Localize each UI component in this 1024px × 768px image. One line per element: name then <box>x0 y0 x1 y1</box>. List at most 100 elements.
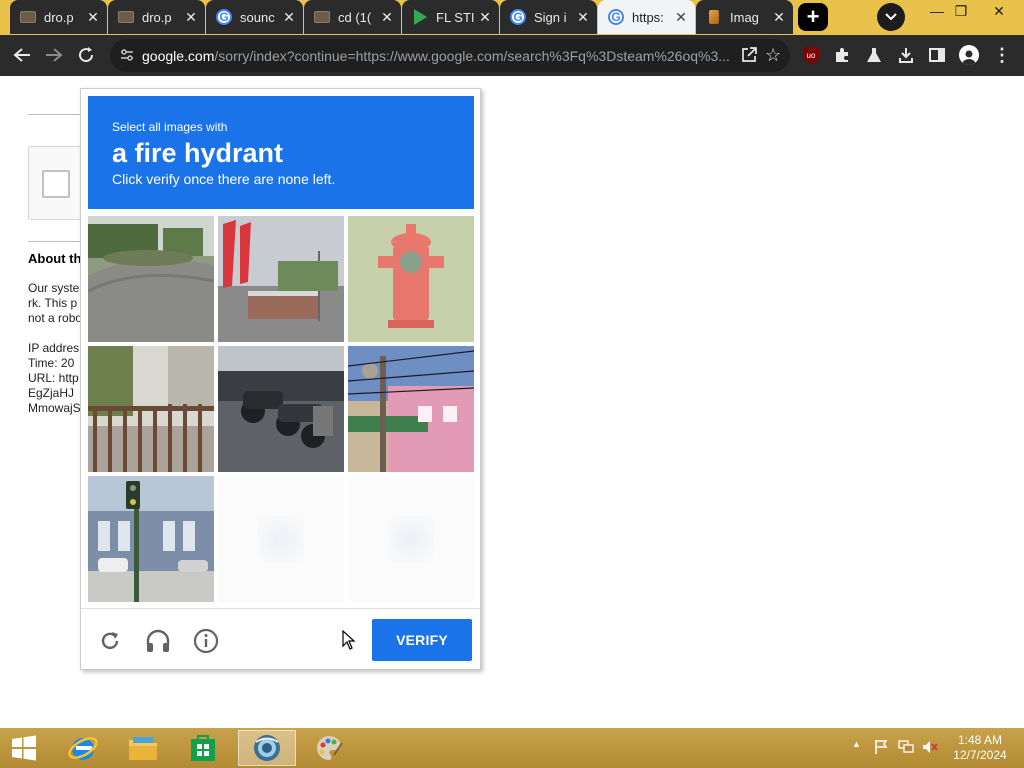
taskbar-paint[interactable] <box>300 730 358 766</box>
close-icon[interactable]: ✕ <box>181 9 201 26</box>
info-button[interactable] <box>191 626 221 656</box>
downloads-button[interactable] <box>892 41 920 69</box>
play-store-icon <box>412 9 428 25</box>
close-icon[interactable]: ✕ <box>377 9 397 26</box>
taskbar-file-explorer[interactable] <box>114 730 172 766</box>
browser-toolbar: google.com/sorry/index?continue=https://… <box>0 35 1024 76</box>
action-center-flag-icon[interactable] <box>873 739 889 758</box>
google-icon: G <box>510 9 526 25</box>
close-window-button[interactable]: ✕ <box>984 0 1014 22</box>
audio-challenge-button[interactable] <box>143 626 173 656</box>
tab-7-active[interactable]: G https: ✕ <box>598 0 695 34</box>
image-tile-fence-stairs[interactable] <box>88 346 214 472</box>
divider <box>28 241 88 242</box>
image-tile-parked-motorcycles[interactable] <box>218 346 344 472</box>
clock-time: 1:48 AM <box>957 733 1003 747</box>
browser-globe-icon <box>254 735 280 761</box>
back-button[interactable] <box>8 41 36 69</box>
share-icon[interactable] <box>740 46 758 69</box>
taskbar-store[interactable] <box>174 730 232 766</box>
reload-icon <box>79 47 94 63</box>
refresh-icon <box>101 632 119 650</box>
close-icon[interactable]: ✕ <box>769 9 789 26</box>
recaptcha-widget <box>28 146 88 220</box>
recaptcha-checkbox[interactable] <box>42 170 70 198</box>
ublock-icon: uo <box>803 47 819 63</box>
close-icon[interactable]: ✕ <box>279 9 299 26</box>
file-explorer-icon <box>129 737 157 760</box>
taskbar-internet-explorer[interactable] <box>54 730 112 766</box>
taskbar-chrome-active[interactable] <box>238 730 296 766</box>
url-host: google.com <box>142 48 215 64</box>
about-heading: About th <box>28 251 82 266</box>
ublock-extension-button[interactable]: uo <box>797 41 825 69</box>
bookmark-star-icon[interactable]: ☆ <box>765 45 781 66</box>
tab-title: dro.p <box>142 9 172 25</box>
image-tile-fire-hydrant[interactable] <box>348 216 474 342</box>
page-text-line[interactable]: URL: http <box>28 371 79 386</box>
url-text[interactable]: google.com/sorry/index?continue=https://… <box>142 48 732 64</box>
tab-search-button[interactable] <box>877 3 905 31</box>
image-tile-pink-building-wires[interactable] <box>348 346 474 472</box>
reload-button[interactable] <box>72 41 100 69</box>
image-tile-roundabout-road[interactable] <box>88 216 214 342</box>
windows-logo-icon <box>12 735 36 761</box>
chevron-down-icon <box>885 13 897 21</box>
tab-6[interactable]: G Sign i ✕ <box>500 0 597 34</box>
tab-8[interactable]: Imag ✕ <box>696 0 793 34</box>
image-icon <box>706 9 722 25</box>
tab-4[interactable]: cd (1( ✕ <box>304 0 401 34</box>
page-text-line: Our syste <box>28 281 80 295</box>
image-tile-storefront-flags[interactable] <box>218 216 344 342</box>
tab-title: sounc <box>240 9 275 25</box>
forward-button[interactable] <box>40 41 68 69</box>
tab-title: https: <box>632 9 664 25</box>
new-tab-button[interactable]: + <box>798 3 828 31</box>
image-tile-empty[interactable] <box>348 476 474 602</box>
restore-button[interactable]: ❐ <box>946 0 976 22</box>
url-path: /sorry/index?continue=https://www.google… <box>214 48 730 64</box>
footer-divider <box>81 608 480 609</box>
tab-title: FL STI <box>436 9 475 25</box>
close-icon[interactable]: ✕ <box>573 9 593 26</box>
network-icon[interactable] <box>897 739 915 758</box>
recaptcha-challenge: Select all images with a fire hydrant Cl… <box>80 88 481 670</box>
close-icon[interactable]: ✕ <box>475 9 495 26</box>
image-tile-empty[interactable] <box>218 476 344 602</box>
menu-button[interactable]: ⋮ <box>988 41 1016 69</box>
site-info-icon[interactable] <box>120 48 134 67</box>
side-panel-button[interactable] <box>923 41 951 69</box>
volume-muted-icon[interactable] <box>921 739 939 758</box>
challenge-instructions: Select all images with a fire hydrant Cl… <box>88 96 474 209</box>
headphones-icon <box>146 629 170 652</box>
start-button[interactable] <box>0 730 48 766</box>
info-icon <box>193 628 219 654</box>
side-panel-icon <box>929 48 945 62</box>
tab-1[interactable]: dro.p ✕ <box>10 0 107 34</box>
google-icon: G <box>608 9 624 25</box>
divider <box>28 114 88 115</box>
system-clock[interactable]: 1:48 AM 12/7/2024 <box>950 733 1010 763</box>
tab-title: Sign i <box>534 9 567 25</box>
page-text-line: rk. This p <box>28 296 78 310</box>
tab-5[interactable]: FL STI ✕ <box>402 0 499 34</box>
taskbar: ▲ 1:48 AM 12/7/2024 <box>0 728 1024 768</box>
address-bar[interactable]: google.com/sorry/index?continue=https://… <box>110 39 790 72</box>
tab-3[interactable]: G sounc ✕ <box>206 0 303 34</box>
profile-button[interactable] <box>955 41 983 69</box>
show-hidden-icons-button[interactable]: ▲ <box>852 739 861 749</box>
labs-button[interactable] <box>860 41 888 69</box>
close-icon[interactable]: ✕ <box>671 9 691 26</box>
internet-explorer-icon <box>68 737 98 760</box>
verify-button[interactable]: VERIFY <box>372 619 472 661</box>
image-grid <box>88 216 474 602</box>
instruction-sub: Click verify once there are none left. <box>112 171 336 187</box>
reload-challenge-button[interactable] <box>95 626 125 656</box>
folder-icon <box>314 9 330 25</box>
close-icon[interactable]: ✕ <box>83 9 103 26</box>
extensions-button[interactable] <box>828 41 856 69</box>
page-text-line: IP addres <box>28 341 80 355</box>
image-tile-traffic-light-building[interactable] <box>88 476 214 602</box>
profile-avatar-icon <box>959 45 979 65</box>
tab-2[interactable]: dro.p ✕ <box>108 0 205 34</box>
